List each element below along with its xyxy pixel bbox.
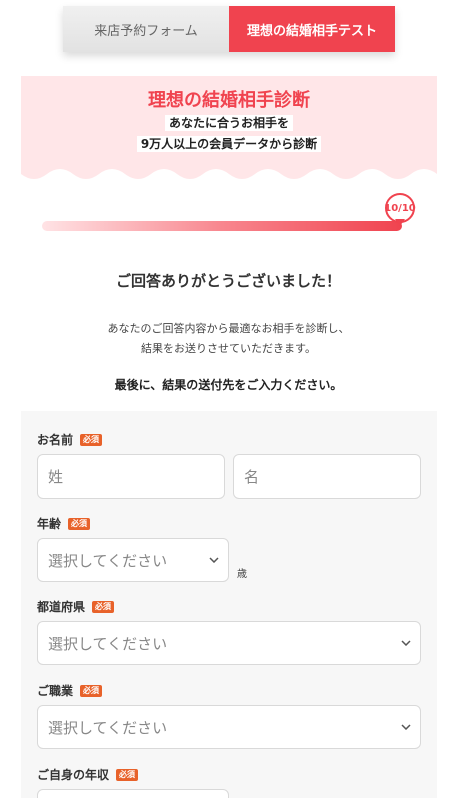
required-badge: 必須 <box>80 433 103 446</box>
occupation-label: ご職業 必須 <box>37 682 103 699</box>
wave-decoration <box>21 169 437 184</box>
occupation-select[interactable]: 選択してください <box>37 705 421 749</box>
progress-pin-icon <box>395 219 405 226</box>
age-label: 年齢 必須 <box>37 515 91 532</box>
chevron-down-icon <box>400 637 412 649</box>
income-label: ご自身の年収 必須 <box>37 766 139 783</box>
chevron-down-icon <box>208 554 220 566</box>
required-badge: 必須 <box>68 517 91 530</box>
contact-form: お名前 必須 姓 名 年齢 必須 選択してください 歳 都道府県 必須 選択して… <box>21 411 437 798</box>
first-name-input[interactable]: 名 <box>233 454 421 499</box>
description-line1: あなたのご回答内容から最適なお相手を診断し、 <box>107 322 350 335</box>
hero-subtitle-line2: 9万人以上の会員データから診断 <box>136 136 322 152</box>
tab-store-reservation[interactable]: 来店予約フォーム <box>63 6 229 52</box>
tab-bar: 来店予約フォーム 理想の結婚相手テスト <box>63 6 395 52</box>
description-line2: 結果をお送りさせていただきます。 <box>141 342 316 355</box>
income-select[interactable] <box>37 789 229 798</box>
required-badge: 必須 <box>92 600 115 613</box>
lead-text: 最後に、結果の送付先をご入力ください。 <box>114 378 343 392</box>
progress-bar <box>42 221 402 231</box>
prefecture-select[interactable]: 選択してください <box>37 621 421 665</box>
required-badge: 必須 <box>80 684 103 697</box>
name-label: お名前 必須 <box>37 431 103 448</box>
prefecture-label: 都道府県 必須 <box>37 598 115 615</box>
age-select[interactable]: 選択してください <box>37 538 229 582</box>
required-badge: 必須 <box>116 768 139 781</box>
age-unit: 歳 <box>237 569 247 580</box>
chevron-down-icon <box>400 721 412 733</box>
thanks-heading: ご回答ありがとうございました！ <box>115 272 341 290</box>
hero-subtitle-line1: あなたに合うお相手を <box>164 115 293 131</box>
last-name-input[interactable]: 姓 <box>37 454 225 499</box>
hero-banner: 理想の結婚相手診断 あなたに合うお相手を 9万人以上の会員データから診断 <box>21 76 437 184</box>
hero-title: 理想の結婚相手診断 <box>148 90 310 111</box>
tab-ideal-partner-test[interactable]: 理想の結婚相手テスト <box>229 6 395 52</box>
